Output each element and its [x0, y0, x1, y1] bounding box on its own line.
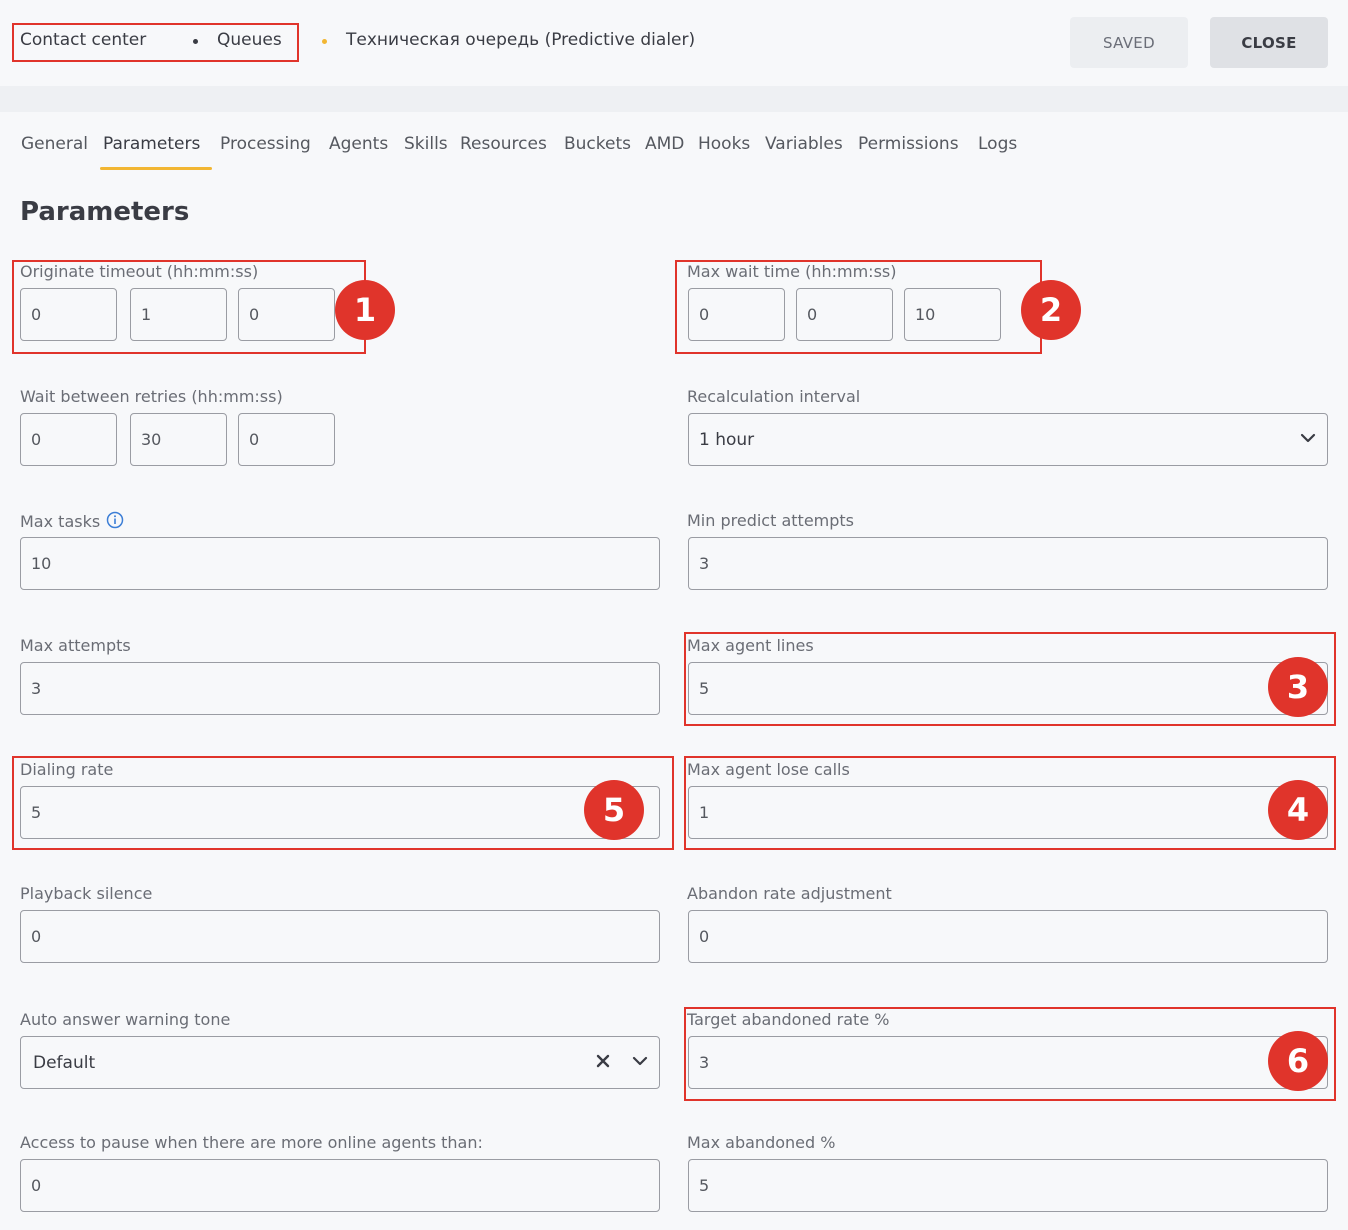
annotation-badge-4: 4 — [1268, 780, 1328, 840]
annotation-badge-5: 5 — [584, 780, 644, 840]
header-divider-band — [0, 86, 1348, 112]
chevron-down-icon[interactable] — [1299, 429, 1317, 451]
wait-between-retries-label: Wait between retries (hh:mm:ss) — [20, 387, 283, 406]
wait-between-retries-hours-input[interactable] — [20, 413, 117, 466]
close-button[interactable]: CLOSE — [1210, 17, 1328, 68]
tab-resources[interactable]: Resources — [460, 134, 547, 154]
breadcrumb-separator-active — [322, 39, 327, 44]
annotation-badge-6: 6 — [1268, 1031, 1328, 1091]
abandon-rate-adjustment-input[interactable] — [688, 910, 1328, 963]
tab-general[interactable]: General — [21, 134, 88, 154]
annotation-box-2 — [675, 260, 1042, 354]
max-attempts-input[interactable] — [20, 662, 660, 715]
saved-button[interactable]: SAVED — [1070, 17, 1188, 68]
max-tasks-input[interactable] — [20, 537, 660, 590]
auto-answer-warning-tone-value: Default — [33, 1052, 96, 1073]
min-predict-attempts-input[interactable] — [688, 537, 1328, 590]
tab-parameters[interactable]: Parameters — [103, 134, 200, 154]
auto-answer-warning-tone-label: Auto answer warning tone — [20, 1010, 231, 1029]
tab-agents[interactable]: Agents — [329, 134, 388, 154]
chevron-down-icon[interactable] — [631, 1052, 649, 1074]
wait-between-retries-minutes-input[interactable] — [130, 413, 227, 466]
max-attempts-label: Max attempts — [20, 636, 131, 655]
tab-permissions[interactable]: Permissions — [858, 134, 959, 154]
recalculation-interval-value: 1 hour — [699, 429, 755, 450]
annotation-badge-3: 3 — [1268, 657, 1328, 717]
auto-answer-warning-tone-select[interactable]: Default — [20, 1036, 660, 1089]
active-tab-indicator — [100, 167, 212, 170]
playback-silence-label: Playback silence — [20, 884, 153, 903]
annotation-badge-1: 1 — [335, 280, 395, 340]
recalculation-interval-select[interactable]: 1 hour — [688, 413, 1328, 466]
annotation-box-4 — [684, 756, 1336, 850]
min-predict-attempts-label: Min predict attempts — [687, 511, 855, 530]
playback-silence-input[interactable] — [20, 910, 660, 963]
info-icon[interactable] — [106, 511, 124, 533]
tab-logs[interactable]: Logs — [978, 134, 1017, 154]
recalculation-interval-label: Recalculation interval — [687, 387, 861, 406]
tab-hooks[interactable]: Hooks — [698, 134, 750, 154]
annotation-box-1 — [12, 260, 366, 354]
annotation-box-6 — [684, 1007, 1336, 1101]
abandon-rate-adjustment-label: Abandon rate adjustment — [687, 884, 892, 903]
tab-variables[interactable]: Variables — [765, 134, 843, 154]
tab-buckets[interactable]: Buckets — [564, 134, 631, 154]
wait-between-retries-seconds-input[interactable] — [238, 413, 335, 466]
annotation-badge-2: 2 — [1021, 280, 1081, 340]
max-tasks-label-text: Max tasks — [20, 512, 101, 531]
max-abandoned-input[interactable] — [688, 1159, 1328, 1212]
max-abandoned-label: Max abandoned % — [687, 1133, 836, 1152]
annotation-box-breadcrumb — [12, 23, 299, 62]
max-tasks-label: Max tasks — [20, 511, 124, 533]
access-to-pause-input[interactable] — [20, 1159, 660, 1212]
access-to-pause-label: Access to pause when there are more onli… — [20, 1133, 483, 1152]
tab-amd[interactable]: AMD — [645, 134, 684, 154]
breadcrumb-current: Техническая очередь (Predictive dialer) — [346, 30, 696, 50]
clear-icon[interactable] — [595, 1053, 611, 1073]
annotation-box-5 — [12, 756, 674, 850]
tab-processing[interactable]: Processing — [220, 134, 311, 154]
annotation-box-3 — [684, 632, 1336, 726]
page-title: Parameters — [20, 197, 190, 227]
tab-skills[interactable]: Skills — [404, 134, 448, 154]
